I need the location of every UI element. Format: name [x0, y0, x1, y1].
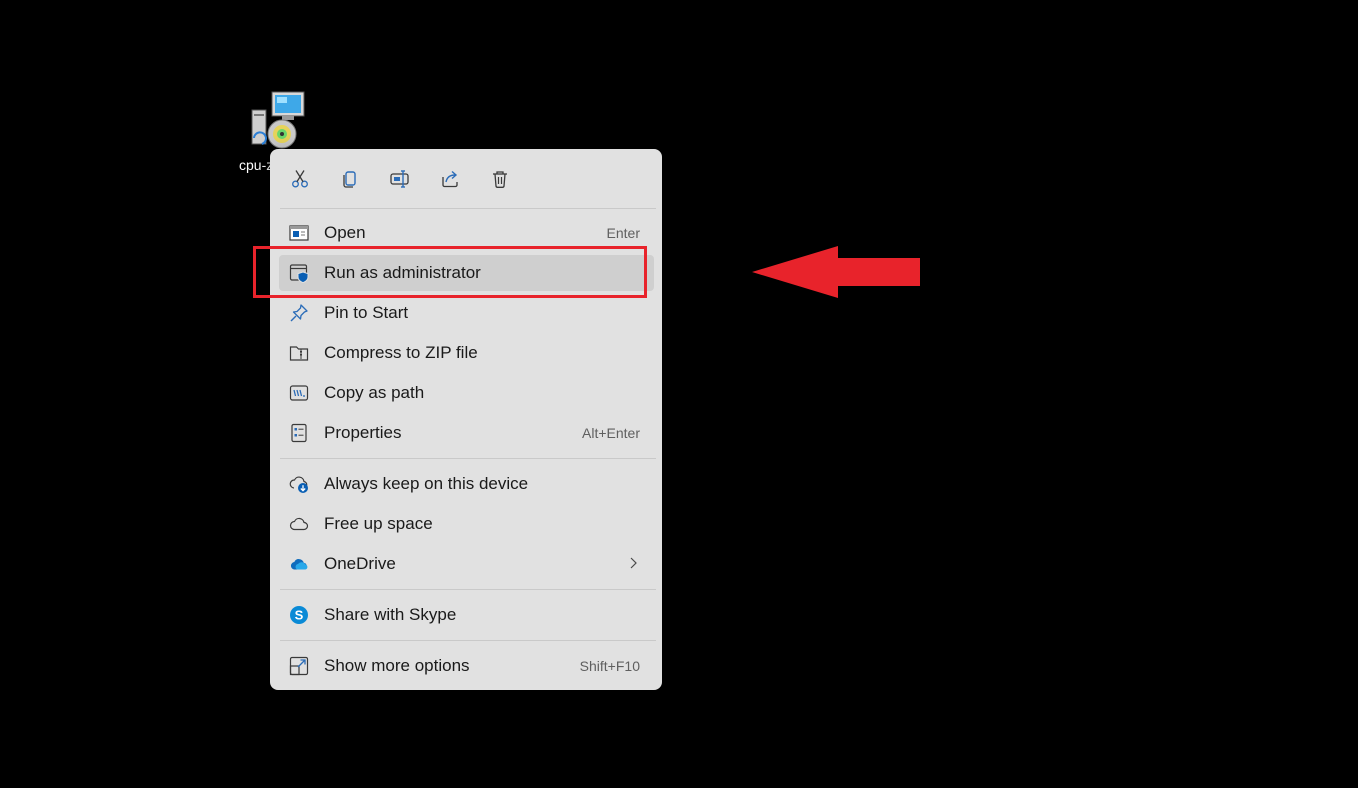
rename-icon — [390, 170, 409, 188]
rename-button[interactable] — [380, 163, 420, 195]
menu-item-copy-as-path[interactable]: Copy as path — [279, 375, 654, 411]
menu-item-pin-to-start[interactable]: Pin to Start — [279, 295, 654, 331]
copy-button[interactable] — [330, 163, 370, 195]
menu-item-always-keep[interactable]: Always keep on this device — [279, 466, 654, 502]
menu-separator — [280, 640, 656, 641]
menu-item-label: Always keep on this device — [324, 474, 529, 493]
share-icon — [442, 170, 458, 188]
menu-separator — [280, 589, 656, 590]
menu-item-shortcut: Alt+Enter — [582, 425, 640, 441]
skype-icon: S — [290, 606, 308, 624]
menu-item-label: Free up space — [324, 514, 433, 533]
menu-item-share-with-skype[interactable]: S Share with Skype — [279, 597, 654, 633]
menu-item-onedrive[interactable]: OneDrive — [279, 546, 654, 582]
menu-item-label: Compress to ZIP file — [324, 343, 478, 362]
menu-item-label: Copy as path — [324, 383, 425, 402]
annotation-highlight-box — [253, 246, 647, 298]
desktop-icon-label: cpu-z — [239, 157, 274, 173]
cut-icon — [292, 170, 308, 188]
share-button[interactable] — [430, 163, 470, 195]
menu-item-compress-zip[interactable]: Compress to ZIP file — [279, 335, 654, 371]
annotation-arrow-icon — [752, 246, 920, 298]
cut-button[interactable] — [280, 163, 320, 195]
chevron-right-icon — [630, 557, 637, 569]
copy-icon — [343, 171, 356, 188]
zip-folder-icon — [289, 346, 309, 361]
menu-item-shortcut: Enter — [606, 225, 640, 241]
menu-item-label: Open — [324, 223, 366, 242]
cloud-icon — [289, 517, 309, 531]
menu-item-label: Properties — [324, 423, 402, 442]
installer-icon — [251, 91, 305, 149]
menu-item-properties[interactable]: Properties Alt+Enter — [279, 415, 654, 451]
menu-separator — [280, 208, 656, 209]
svg-text:S: S — [295, 608, 304, 623]
menu-item-show-more-options[interactable]: Show more options Shift+F10 — [279, 648, 654, 684]
cloud-download-icon — [289, 476, 308, 493]
menu-item-label: Pin to Start — [324, 303, 409, 322]
pin-icon — [290, 304, 308, 322]
context-menu-toolbar — [270, 149, 662, 207]
menu-separator — [280, 458, 656, 459]
menu-item-label: OneDrive — [324, 554, 396, 573]
delete-icon — [493, 171, 507, 188]
more-options-icon — [289, 656, 309, 676]
path-icon — [289, 385, 309, 401]
menu-item-label: Show more options — [324, 656, 470, 675]
delete-button[interactable] — [480, 163, 520, 195]
menu-item-shortcut: Shift+F10 — [579, 658, 640, 674]
menu-item-label: Share with Skype — [324, 605, 457, 624]
open-window-icon — [289, 225, 309, 241]
context-menu: Open Enter Run as administrator Pin to S… — [270, 149, 662, 690]
onedrive-icon — [290, 559, 308, 570]
menu-item-free-up-space[interactable]: Free up space — [279, 506, 654, 542]
properties-icon — [291, 423, 307, 443]
